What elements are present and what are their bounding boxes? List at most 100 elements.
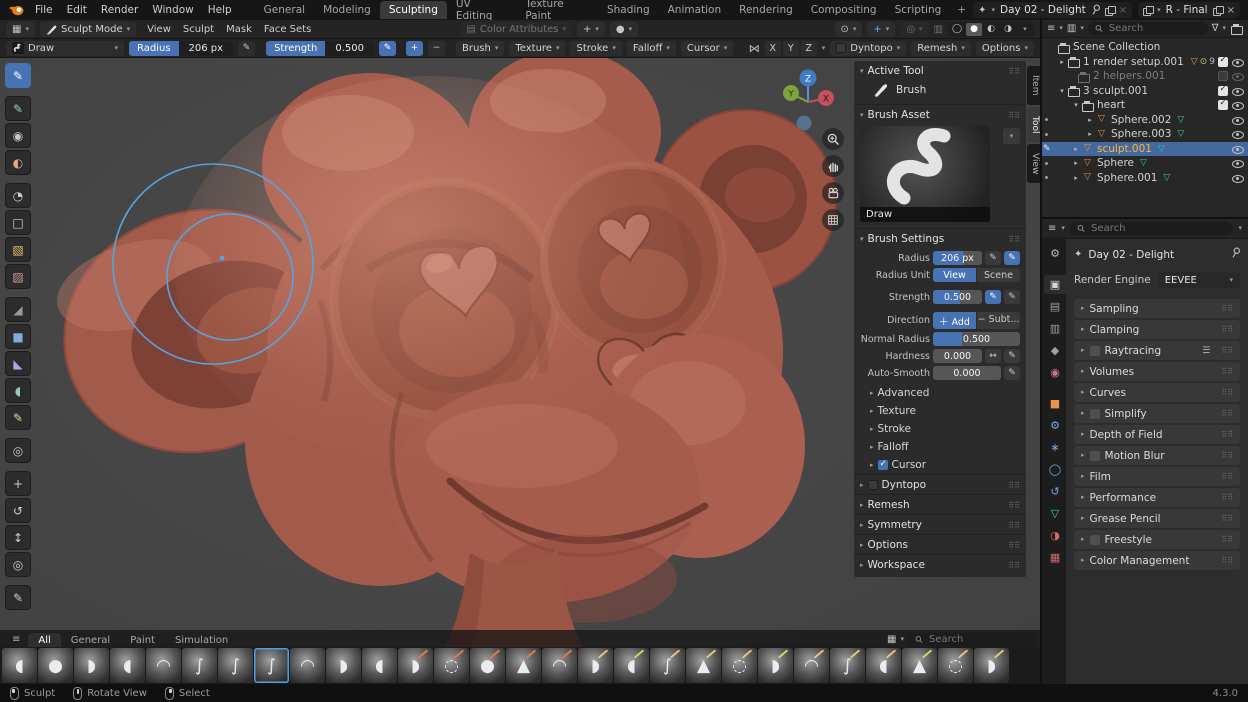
properties-tab[interactable]: ↺ <box>1044 482 1066 501</box>
outliner-editor-icon[interactable]: ≡ <box>1047 23 1055 34</box>
properties-tab[interactable]: ▦ <box>1044 548 1066 567</box>
zoom-icon[interactable] <box>822 128 844 150</box>
visibility-eye-icon[interactable] <box>1231 100 1243 111</box>
direction-subtract-button[interactable]: − <box>428 41 445 56</box>
brush-settings-panel-header[interactable]: ▾Brush Settings⠿⠿ <box>854 229 1026 248</box>
mode-selector[interactable]: Sculpt Mode▾ <box>40 22 136 37</box>
panel-drag-handle[interactable]: ⠿⠿ <box>1008 541 1020 550</box>
brush-thumbnail[interactable]: ◌ <box>722 648 757 683</box>
ortho-grid-icon[interactable] <box>822 209 844 231</box>
workspace-tab[interactable]: General <box>255 1 314 19</box>
direction-subtract[interactable]: − Subt... <box>977 312 1020 329</box>
panel-drag-handle[interactable]: ⠿⠿ <box>1008 235 1020 244</box>
remove-view-layer-icon[interactable]: × <box>1227 5 1235 16</box>
panel-drag-handle[interactable]: ⠿⠿ <box>1221 325 1233 334</box>
brush-thumbnail[interactable]: ◖ <box>110 648 145 683</box>
symmetry-axis-button[interactable]: X <box>765 41 781 56</box>
outliner-row[interactable]: ✎ Scene Collection ▽ ▽ ⊙ <box>1042 40 1248 55</box>
sidebar-tab[interactable]: Item <box>1027 66 1040 105</box>
workspace-tab[interactable]: Animation <box>659 1 731 19</box>
camera-view-icon[interactable] <box>822 182 844 204</box>
outliner-row[interactable]: ✎ Sphere.003 ▽ ▽ ⊙ <box>1042 127 1248 142</box>
pin-icon[interactable] <box>1231 247 1240 262</box>
sidebar-tab[interactable]: View <box>1027 144 1040 183</box>
brush-thumbnail[interactable]: ◗ <box>398 648 433 683</box>
visibility-eye-icon[interactable] <box>1231 129 1243 140</box>
viewport-canvas[interactable]: ✎ ✎ ◉ ◐ <box>0 58 1040 684</box>
properties-panel-header[interactable]: ▸ Raytracing ☰ ⠿⠿ <box>1074 341 1240 360</box>
outliner-row[interactable]: ✎ heart ▽ ▽ ⊙ <box>1042 98 1248 113</box>
symmetry-axis-button[interactable]: Y <box>783 41 799 56</box>
panel-drag-handle[interactable]: ⠿⠿ <box>1221 430 1233 439</box>
strength-slider[interactable]: 0.500 <box>933 290 982 304</box>
radius-animate-button[interactable]: ✎ <box>985 251 1001 265</box>
selectability-checkbox[interactable] <box>1218 71 1228 81</box>
visibility-eye-icon[interactable] <box>1231 172 1243 183</box>
brush-subpanel-header[interactable]: ▸ Cursor <box>854 456 1026 474</box>
shading-solid-icon[interactable]: ● <box>966 23 982 36</box>
shelf-catalog-tab[interactable]: All <box>28 633 60 647</box>
add-workspace-button[interactable]: + <box>950 2 973 18</box>
panel-drag-handle[interactable]: ⠿⠿ <box>1221 493 1233 502</box>
brush-thumbnail[interactable]: ◖ <box>2 648 37 683</box>
brush-thumbnail[interactable]: ◌ <box>938 648 973 683</box>
dyntopo-toggle[interactable]: Dyntopo▾ <box>830 41 906 56</box>
workspace-tab[interactable]: Shading <box>598 1 659 19</box>
shelf-menu-icon[interactable]: ≡ <box>4 634 28 647</box>
outliner-row[interactable]: ✎ 3 sculpt.001 ▽ ▽ ⊙ <box>1042 84 1248 99</box>
properties-tab[interactable]: ◉ <box>1044 363 1066 382</box>
workspace-tab[interactable]: Scripting <box>886 1 951 19</box>
panel-drag-handle[interactable]: ⠿⠿ <box>1221 472 1233 481</box>
panel-drag-handle[interactable]: ⠿⠿ <box>1221 556 1233 565</box>
panel-checkbox[interactable] <box>1090 451 1100 461</box>
visibility-eye-icon[interactable] <box>1231 71 1243 82</box>
sidebar-panel-header[interactable]: ▸ Options ⠿⠿ <box>854 535 1026 554</box>
properties-search[interactable] <box>1070 222 1234 235</box>
selectability-checkbox[interactable] <box>1218 100 1228 110</box>
direction-add-button[interactable]: + <box>406 41 423 56</box>
properties-panel-header[interactable]: ▸ Clamping ☰ ⠿⠿ <box>1074 320 1240 339</box>
editor-type-button[interactable]: ▦▾ <box>6 22 35 37</box>
sidebar-panel-header[interactable]: ▸ Workspace ⠿⠿ <box>854 555 1026 574</box>
new-view-layer-icon[interactable] <box>1213 6 1222 15</box>
tool-button[interactable]: ↕ <box>5 525 31 550</box>
subpanel-checkbox[interactable] <box>878 460 888 470</box>
tool-button[interactable]: ◉ <box>5 123 31 148</box>
hardness-invert-button[interactable]: ↔ <box>985 349 1001 363</box>
expander-icon[interactable] <box>1057 87 1067 95</box>
brush-thumbnail[interactable]: ◠ <box>146 648 181 683</box>
brush-thumbnail[interactable]: ◖ <box>866 648 901 683</box>
workspace-tab[interactable]: Sculpting <box>380 1 447 19</box>
dyntopo-checkbox[interactable] <box>836 43 846 53</box>
properties-panel-header[interactable]: ▸ Freestyle ☰ ⠿⠿ <box>1074 530 1240 549</box>
symmetry-axis-button[interactable]: Z <box>801 41 817 56</box>
topbar-menu[interactable]: Window <box>145 2 200 18</box>
popover-button[interactable]: Texture▾ <box>509 41 565 56</box>
panel-drag-handle[interactable]: ⠿⠿ <box>1221 304 1233 313</box>
tool-button[interactable]: ✎ <box>5 405 31 430</box>
auto-smooth-pressure-button[interactable]: ✎ <box>1004 366 1020 380</box>
outliner-row[interactable]: ✎ Sphere ▽ ▽ ⊙ <box>1042 156 1248 171</box>
outliner-row[interactable]: ✎ 1 render setup.001 ▽ ▽ ⊙ 9 <box>1042 55 1248 70</box>
viewport-menu[interactable]: Mask <box>220 23 258 36</box>
brush-asset-panel-header[interactable]: ▾Brush Asset⠿⠿ <box>854 105 1026 124</box>
brush-thumbnail[interactable]: ◗ <box>974 648 1009 683</box>
outliner-row[interactable]: ✎ Sphere.001 ▽ ▽ ⊙ <box>1042 171 1248 186</box>
tool-button[interactable]: ◣ <box>5 351 31 376</box>
properties-panel-header[interactable]: ▸ Simplify ☰ ⠿⠿ <box>1074 404 1240 423</box>
direction-add[interactable]: ＋ Add <box>933 312 976 329</box>
selectability-checkbox[interactable] <box>1218 86 1228 96</box>
brush-thumbnail[interactable]: ◖ <box>614 648 649 683</box>
properties-tab[interactable]: ◯ <box>1044 460 1066 479</box>
brush-thumbnail[interactable]: ◠ <box>542 648 577 683</box>
blender-logo-icon[interactable] <box>8 5 24 16</box>
navigation-gizmo[interactable]: Z Y X <box>780 66 836 135</box>
viewport-menu[interactable]: View <box>141 23 177 36</box>
expander-icon[interactable] <box>1085 130 1095 138</box>
auto-smooth-slider[interactable]: 0.000 <box>933 366 1001 380</box>
selectability-checkbox[interactable] <box>1218 57 1228 67</box>
properties-tab[interactable]: ◆ <box>1044 341 1066 360</box>
properties-tab[interactable]: ▣ <box>1044 275 1066 294</box>
radius-slider[interactable]: 206 px <box>933 251 982 265</box>
shelf-display-icon[interactable]: ▦ <box>887 634 896 645</box>
